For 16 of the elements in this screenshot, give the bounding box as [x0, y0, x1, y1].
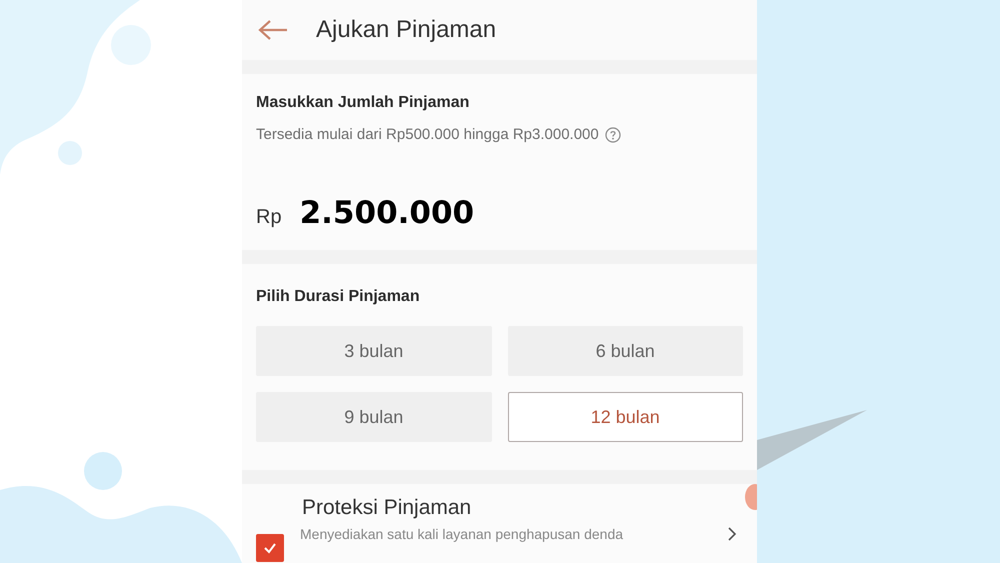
- currency-label: Rp: [256, 206, 282, 229]
- page-title: Ajukan Pinjaman: [316, 16, 496, 44]
- duration-option[interactable]: 12 bulan: [508, 392, 743, 442]
- amount-input-value[interactable]: 2.500.000: [300, 195, 474, 231]
- duration-option[interactable]: 9 bulan: [256, 392, 492, 442]
- section-title: Masukkan Jumlah Pinjaman: [256, 94, 470, 112]
- chevron-right-icon[interactable]: [727, 526, 737, 542]
- duration-option[interactable]: 3 bulan: [256, 326, 492, 376]
- duration-option[interactable]: 6 bulan: [508, 326, 743, 376]
- checkbox[interactable]: [256, 534, 284, 562]
- protection-title: Proteksi Pinjaman: [301, 496, 472, 520]
- help-icon[interactable]: [604, 126, 621, 142]
- section-title: Pilih Durasi Pinjaman: [256, 288, 421, 306]
- amount-range-hint: Tersedia mulai dari Rp500.000 hingga Rp3.000.000: [256, 126, 599, 143]
- back-arrow-icon[interactable]: [258, 19, 288, 41]
- protection-description: Menyediakan satu kali layanan penghapusan denda: [300, 526, 624, 542]
